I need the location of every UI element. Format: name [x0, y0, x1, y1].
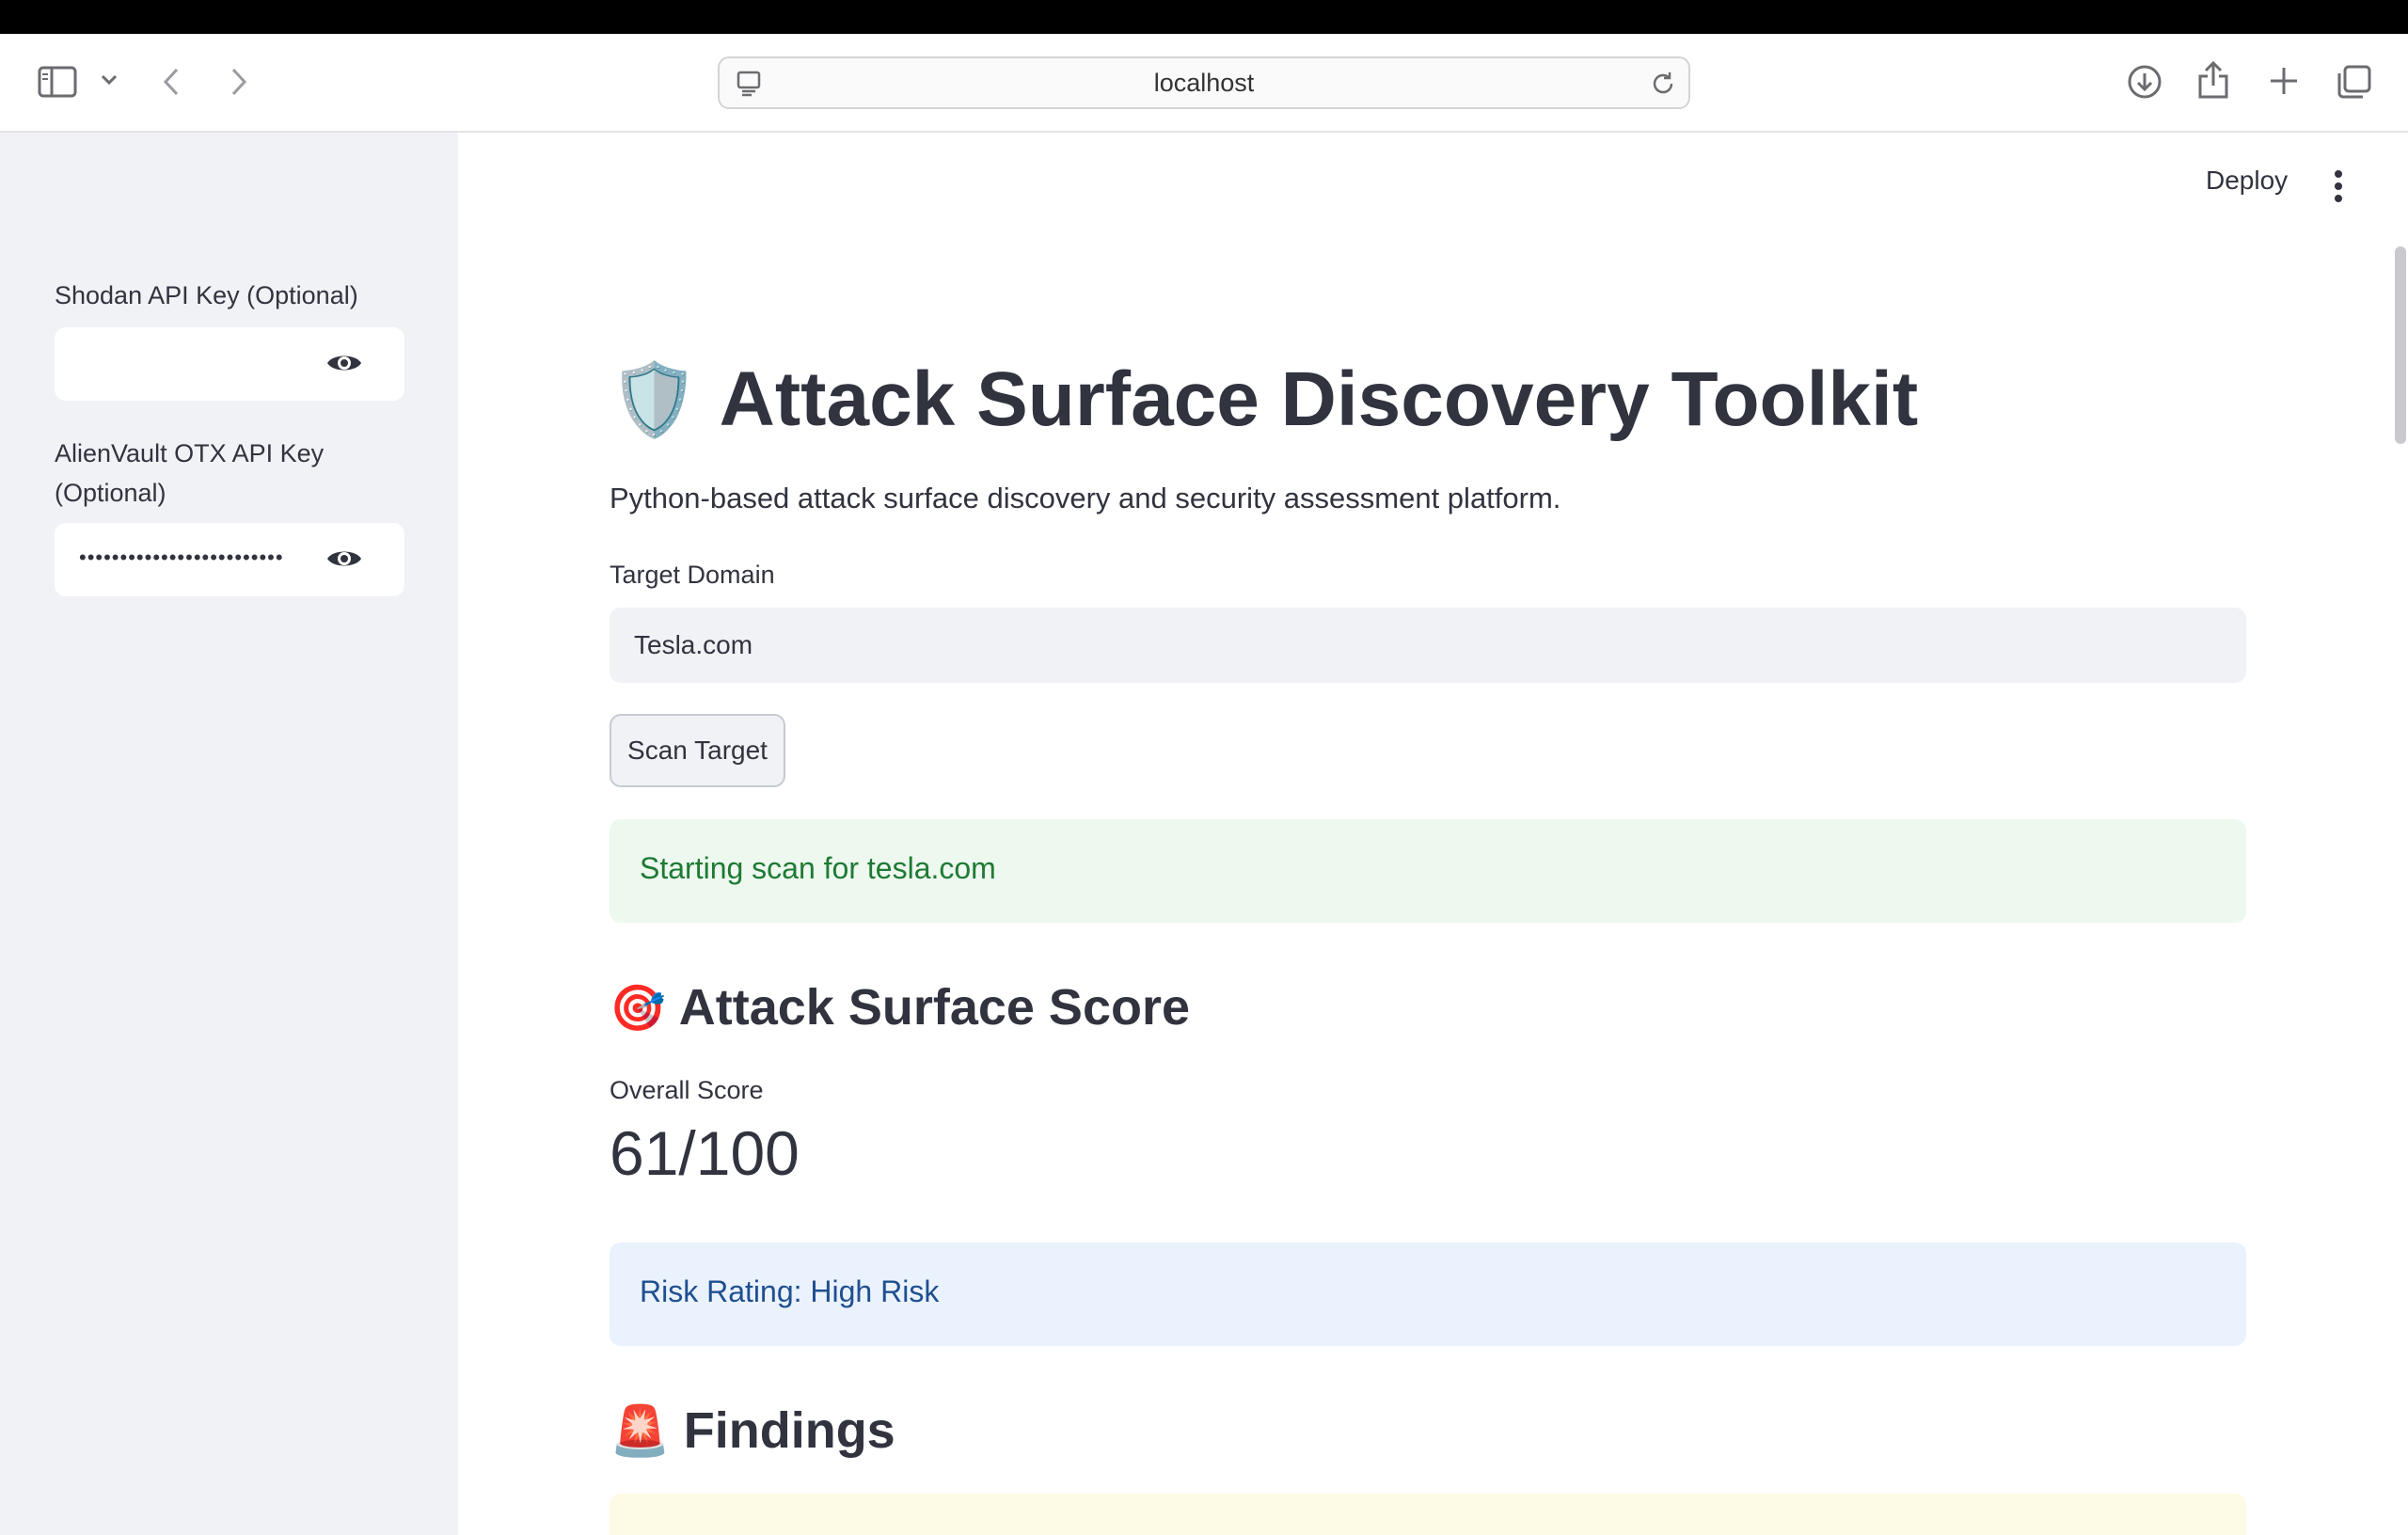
download-icon[interactable] — [2127, 64, 2162, 100]
browser-toolbar: localhost — [0, 34, 2408, 133]
sidebar-toggle-icon[interactable] — [38, 66, 77, 98]
shodan-key-input[interactable] — [55, 327, 404, 401]
page-subtitle: Python-based attack surface discovery an… — [610, 482, 1561, 514]
url-text: localhost — [1153, 68, 1255, 97]
share-icon[interactable] — [2197, 60, 2229, 100]
findings-heading: 🚨 Findings — [610, 1398, 895, 1464]
siren-icon: 🚨 — [610, 1403, 671, 1459]
risk-rating-alert: Risk Rating: High Risk — [610, 1242, 2246, 1346]
page-title-text: Attack Surface Discovery Toolkit — [719, 356, 1919, 442]
status-message: Starting scan for tesla.com — [640, 851, 996, 885]
otx-key-input[interactable]: ••••••••••••••••••••••••• — [55, 523, 404, 596]
system-menu-bar — [0, 0, 2408, 34]
findings-heading-text: Findings — [683, 1402, 895, 1459]
page-title: 🛡️ Attack Surface Discovery Toolkit — [610, 348, 1918, 451]
site-settings-icon[interactable] — [737, 71, 761, 102]
target-icon: 🎯 — [610, 983, 666, 1034]
overall-score-value: 61/100 — [610, 1118, 800, 1188]
otx-key-label-line2: (Optional) — [55, 479, 166, 507]
target-domain-input[interactable]: Tesla.com — [610, 608, 2246, 683]
reload-icon[interactable] — [1649, 70, 1677, 103]
overall-score-label: Overall Score — [610, 1076, 764, 1104]
back-arrow-icon[interactable] — [160, 66, 182, 98]
target-domain-value: Tesla.com — [634, 630, 753, 659]
deploy-button[interactable]: Deploy — [2206, 166, 2288, 196]
new-tab-icon[interactable] — [2267, 64, 2301, 98]
scrollbar-thumb[interactable] — [2395, 246, 2406, 444]
otx-key-label-line1: AlienVault OTX API Key — [55, 439, 325, 467]
main-menu-icon[interactable] — [2333, 169, 2344, 208]
chevron-down-icon[interactable] — [100, 73, 119, 87]
score-heading: 🎯 Attack Surface Score — [610, 974, 1190, 1040]
score-heading-text: Attack Surface Score — [678, 979, 1191, 1036]
target-domain-label: Target Domain — [610, 561, 775, 589]
otx-key-value: ••••••••••••••••••••••••• — [79, 546, 284, 569]
risk-rating-text: Risk Rating: High Risk — [640, 1274, 940, 1308]
scan-target-button[interactable]: Scan Target — [610, 714, 785, 787]
status-success-alert: Starting scan for tesla.com — [610, 819, 2246, 923]
shield-icon: 🛡️ — [610, 360, 699, 440]
tab-overview-icon[interactable] — [2337, 64, 2372, 100]
address-bar[interactable]: localhost — [718, 56, 1690, 109]
shodan-key-label: Shodan API Key (Optional) — [55, 281, 358, 309]
show-password-icon[interactable] — [325, 546, 363, 577]
forward-arrow-icon[interactable] — [228, 66, 250, 98]
findings-warning-alert — [610, 1494, 2246, 1535]
show-password-icon[interactable] — [325, 350, 363, 381]
